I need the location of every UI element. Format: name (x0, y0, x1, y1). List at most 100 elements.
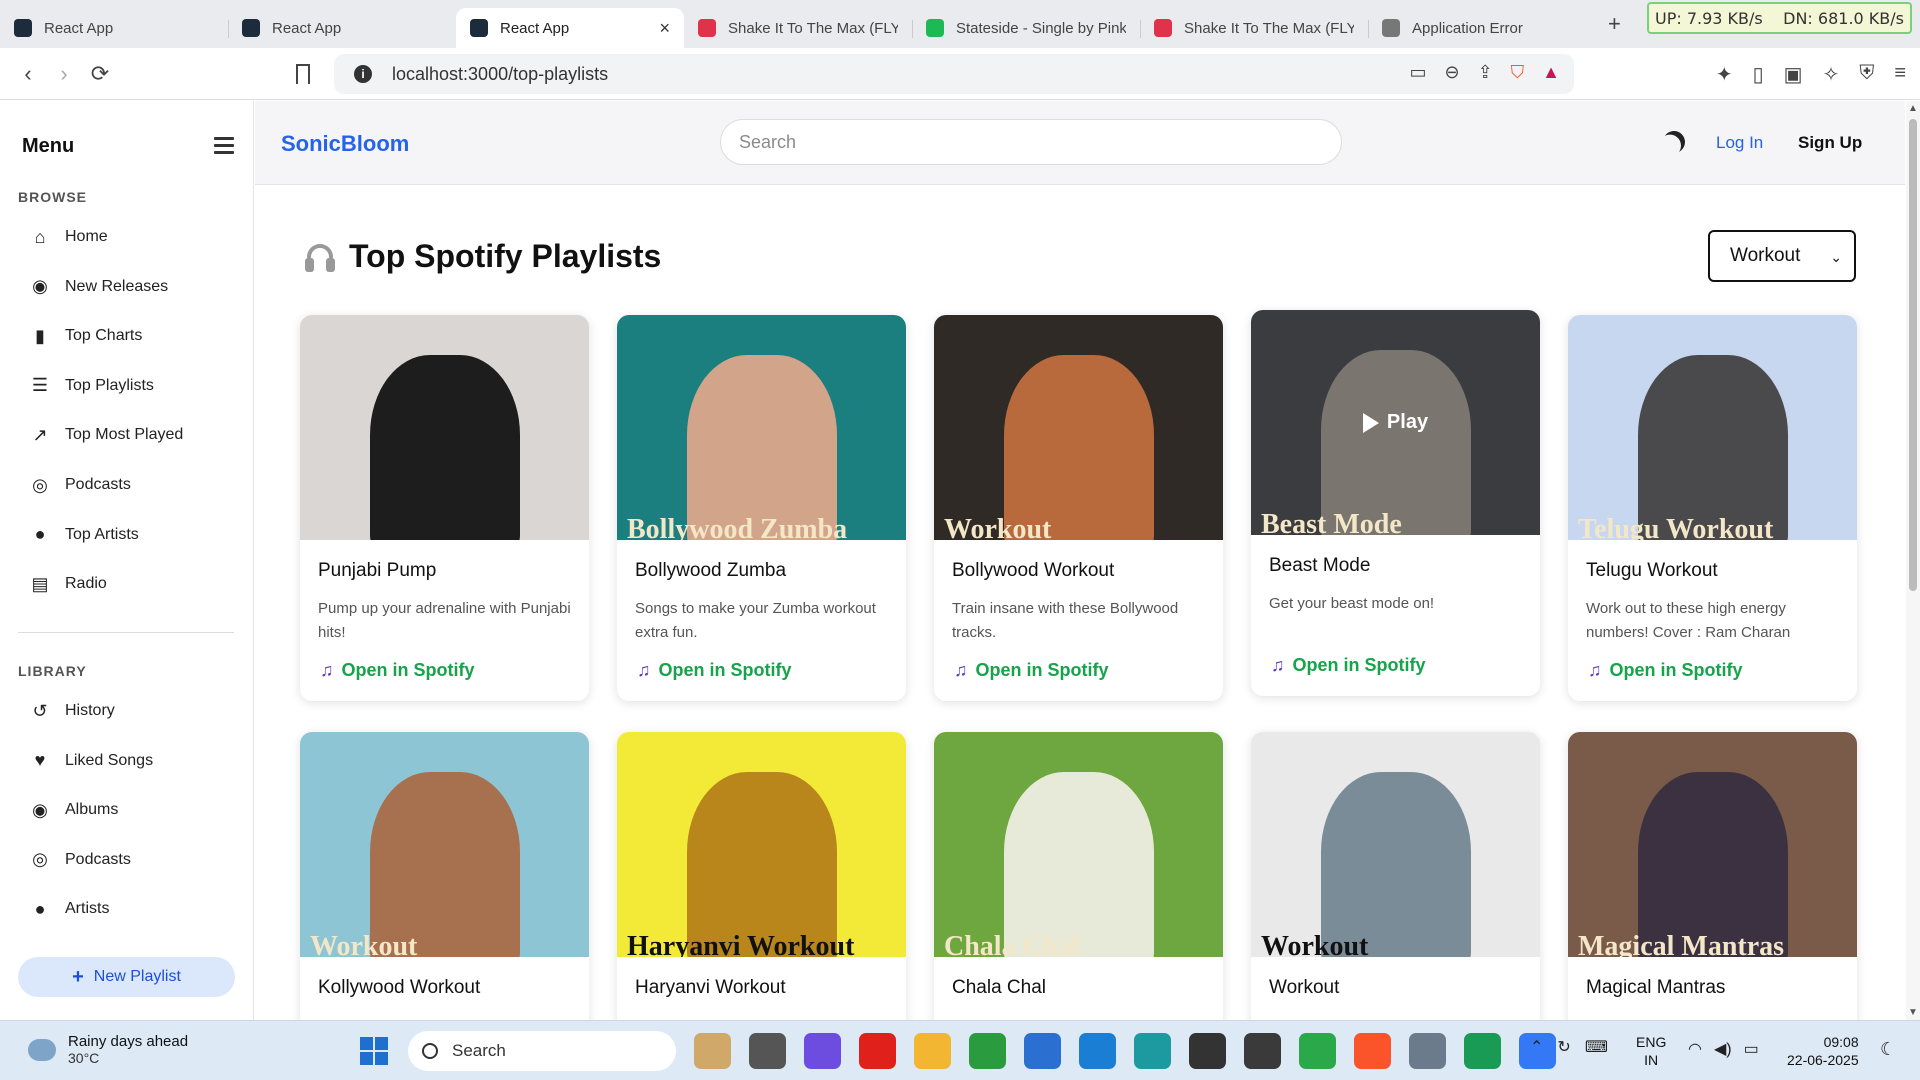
open-in-spotify-link[interactable]: ♫ Open in Spotify (320, 660, 475, 681)
playlist-card[interactable]: WorkoutKollywood Workout♫Open in Spotify (300, 732, 589, 1020)
sidebar-item-liked-songs[interactable]: ♥ Liked Songs (30, 750, 153, 771)
page-scrollbar[interactable]: ▲ ▼ (1906, 101, 1920, 1020)
back-icon[interactable]: ‹ (10, 61, 46, 87)
playlist-cover[interactable]: Beast Mode Play (1251, 310, 1540, 535)
browser-tab[interactable]: Shake It To The Max (FLY (684, 8, 912, 48)
windows-start-icon[interactable] (360, 1037, 388, 1065)
taskbar-app-icon[interactable] (1189, 1033, 1226, 1069)
playlist-cover[interactable]: Workout (934, 315, 1223, 540)
open-in-spotify-link[interactable]: ♫ Open in Spotify (1271, 655, 1426, 676)
playlist-card[interactable]: WorkoutWorkout♫Open in Spotify (1251, 732, 1540, 1020)
site-info-icon[interactable]: i (354, 65, 372, 83)
share-icon[interactable]: ⇪ (1478, 62, 1493, 83)
taskbar-app-icon[interactable] (804, 1033, 841, 1069)
scroll-down-icon[interactable]: ▼ (1908, 1007, 1918, 1018)
sidebar-toggle-icon[interactable]: ▯ (1753, 62, 1764, 87)
close-tab-icon[interactable]: × (659, 18, 670, 39)
taskbar-app-icon[interactable] (1464, 1033, 1501, 1069)
search-input[interactable] (720, 119, 1342, 165)
playlist-cover[interactable]: Bollywood Zumba (617, 315, 906, 540)
zoom-icon[interactable]: ⊖ (1444, 62, 1459, 83)
taskbar-app-icon[interactable] (1299, 1033, 1336, 1069)
open-in-spotify-link[interactable]: ♫ Open in Spotify (637, 660, 792, 681)
battery-icon[interactable]: ▭ (1744, 1039, 1759, 1059)
sidebar-item-top-playlists[interactable]: ☰ Top Playlists (30, 375, 154, 396)
sidebar-item-top-artists[interactable]: ● Top Artists (30, 524, 139, 545)
taskbar-app-icon[interactable] (859, 1033, 896, 1069)
taskbar-app-icon[interactable] (694, 1033, 731, 1069)
playlist-card[interactable]: Workout Bollywood Workout Train insane wit… (934, 315, 1223, 701)
playlist-cover[interactable]: Chala Chal (934, 732, 1223, 957)
playlist-cover[interactable]: Magical Mantras (1568, 732, 1857, 957)
sidebar-item-history[interactable]: ↺ History (30, 701, 114, 721)
sidebar-item-artists[interactable]: ● Artists (30, 899, 110, 919)
playlist-card[interactable]: Bollywood Zumba Bollywood Zumba Songs to m… (617, 315, 906, 701)
chevron-up-icon[interactable]: ⌃ (1530, 1037, 1543, 1057)
sync-icon[interactable]: ↻ (1557, 1037, 1570, 1057)
taskbar-app-icon[interactable] (1079, 1033, 1116, 1069)
volume-icon[interactable]: ◀) (1714, 1039, 1732, 1059)
open-in-spotify-link[interactable]: ♫ Open in Spotify (954, 660, 1109, 681)
sidebar-item-podcasts[interactable]: ◎ Podcasts (30, 849, 131, 870)
sidebar-item-radio[interactable]: ▤ Radio (30, 574, 106, 594)
taskbar-search[interactable]: Search (408, 1031, 676, 1071)
cast-icon[interactable]: ▭ (1409, 62, 1426, 83)
browser-tab[interactable]: Application Error (1368, 8, 1596, 48)
sidebar-item-top-charts[interactable]: ▮ Top Charts (30, 326, 142, 346)
forward-icon[interactable]: › (46, 61, 82, 87)
dark-mode-toggle-icon[interactable] (1660, 128, 1688, 156)
playlist-card[interactable]: Beast Mode Play Beast Mode Get your beast m… (1251, 310, 1540, 696)
new-playlist-button[interactable]: + New Playlist (18, 957, 235, 997)
brave-rewards-icon[interactable]: ▲ (1542, 62, 1560, 83)
playlist-card[interactable]: Magical MantrasMagical Mantras♫Open in S… (1568, 732, 1857, 1020)
playlist-cover[interactable]: Workout (1251, 732, 1540, 957)
taskbar-app-icon[interactable] (1354, 1033, 1391, 1069)
sidebar-item-podcasts[interactable]: ◎ Podcasts (30, 475, 131, 495)
sidebar-item-top-most-played[interactable]: ↗ Top Most Played (30, 425, 183, 445)
taskbar-app-icon[interactable] (749, 1033, 786, 1069)
url-text[interactable]: localhost:3000/top-playlists (392, 64, 608, 85)
taskbar-app-icon[interactable] (1244, 1033, 1281, 1069)
browser-tab[interactable]: Shake It To The Max (FLY (1140, 8, 1368, 48)
notification-icon[interactable]: ☾ (1880, 1039, 1896, 1060)
keyboard-icon[interactable]: ⌨ (1585, 1037, 1608, 1057)
browser-tab[interactable]: Stateside - Single by Pink (912, 8, 1140, 48)
browser-tab[interactable]: React App (0, 8, 228, 48)
taskbar-app-icon[interactable] (1134, 1033, 1171, 1069)
browser-tab[interactable]: React App × (456, 8, 684, 48)
signup-link[interactable]: Sign Up (1798, 133, 1862, 153)
playlist-card[interactable]: Punjabi Pump Pump up your adrenaline with… (300, 315, 589, 701)
playlist-card[interactable]: Telugu Workout Telugu Workout Work out to … (1568, 315, 1857, 701)
vpn-icon[interactable]: ⛨ (1859, 62, 1874, 87)
sidebar-item-new-releases[interactable]: ◉ New Releases (30, 276, 168, 297)
sidebar-item-albums[interactable]: ◉ Albums (30, 800, 118, 820)
language-indicator[interactable]: ENG IN (1636, 1033, 1666, 1069)
taskbar-app-icon[interactable] (1409, 1033, 1446, 1069)
address-bar[interactable]: i localhost:3000/top-playlists ▭ ⊖ ⇪ ⛉ ▲ (334, 54, 1574, 94)
scrollbar-thumb[interactable] (1909, 119, 1917, 591)
sidebar-item-home[interactable]: ⌂ Home (30, 227, 108, 247)
taskbar-app-icon[interactable] (1024, 1033, 1061, 1069)
clock[interactable]: 09:08 22-06-2025 (1787, 1033, 1859, 1069)
taskbar-app-icon[interactable] (969, 1033, 1006, 1069)
browser-tab[interactable]: React App (228, 8, 456, 48)
open-in-spotify-link[interactable]: ♫ Open in Spotify (1588, 660, 1743, 681)
brave-shield-icon[interactable]: ⛉ (1511, 62, 1525, 83)
login-link[interactable]: Log In (1716, 133, 1763, 153)
new-tab-icon[interactable]: + (1608, 11, 1621, 37)
playlist-cover[interactable]: Workout (300, 732, 589, 957)
wifi-icon[interactable]: ◠ (1688, 1039, 1702, 1059)
reload-icon[interactable]: ⟳ (82, 61, 118, 87)
taskbar-app-icon[interactable] (914, 1033, 951, 1069)
play-overlay[interactable]: Play (1251, 310, 1540, 535)
playlist-cover[interactable]: Haryanvi Workout (617, 732, 906, 957)
playlist-cover[interactable] (300, 315, 589, 540)
genre-select[interactable]: Workout ⌄ (1708, 230, 1856, 282)
extensions-icon[interactable]: ✦ (1716, 62, 1733, 87)
browser-menu-icon[interactable]: ≡ (1894, 62, 1906, 87)
wallet-icon[interactable]: ▣ (1784, 62, 1803, 87)
leo-ai-icon[interactable]: ✧ (1823, 62, 1840, 87)
scroll-up-icon[interactable]: ▲ (1908, 103, 1918, 114)
hamburger-icon[interactable] (214, 137, 234, 158)
playlist-card[interactable]: Haryanvi WorkoutHaryanvi Workout♫Open in… (617, 732, 906, 1020)
